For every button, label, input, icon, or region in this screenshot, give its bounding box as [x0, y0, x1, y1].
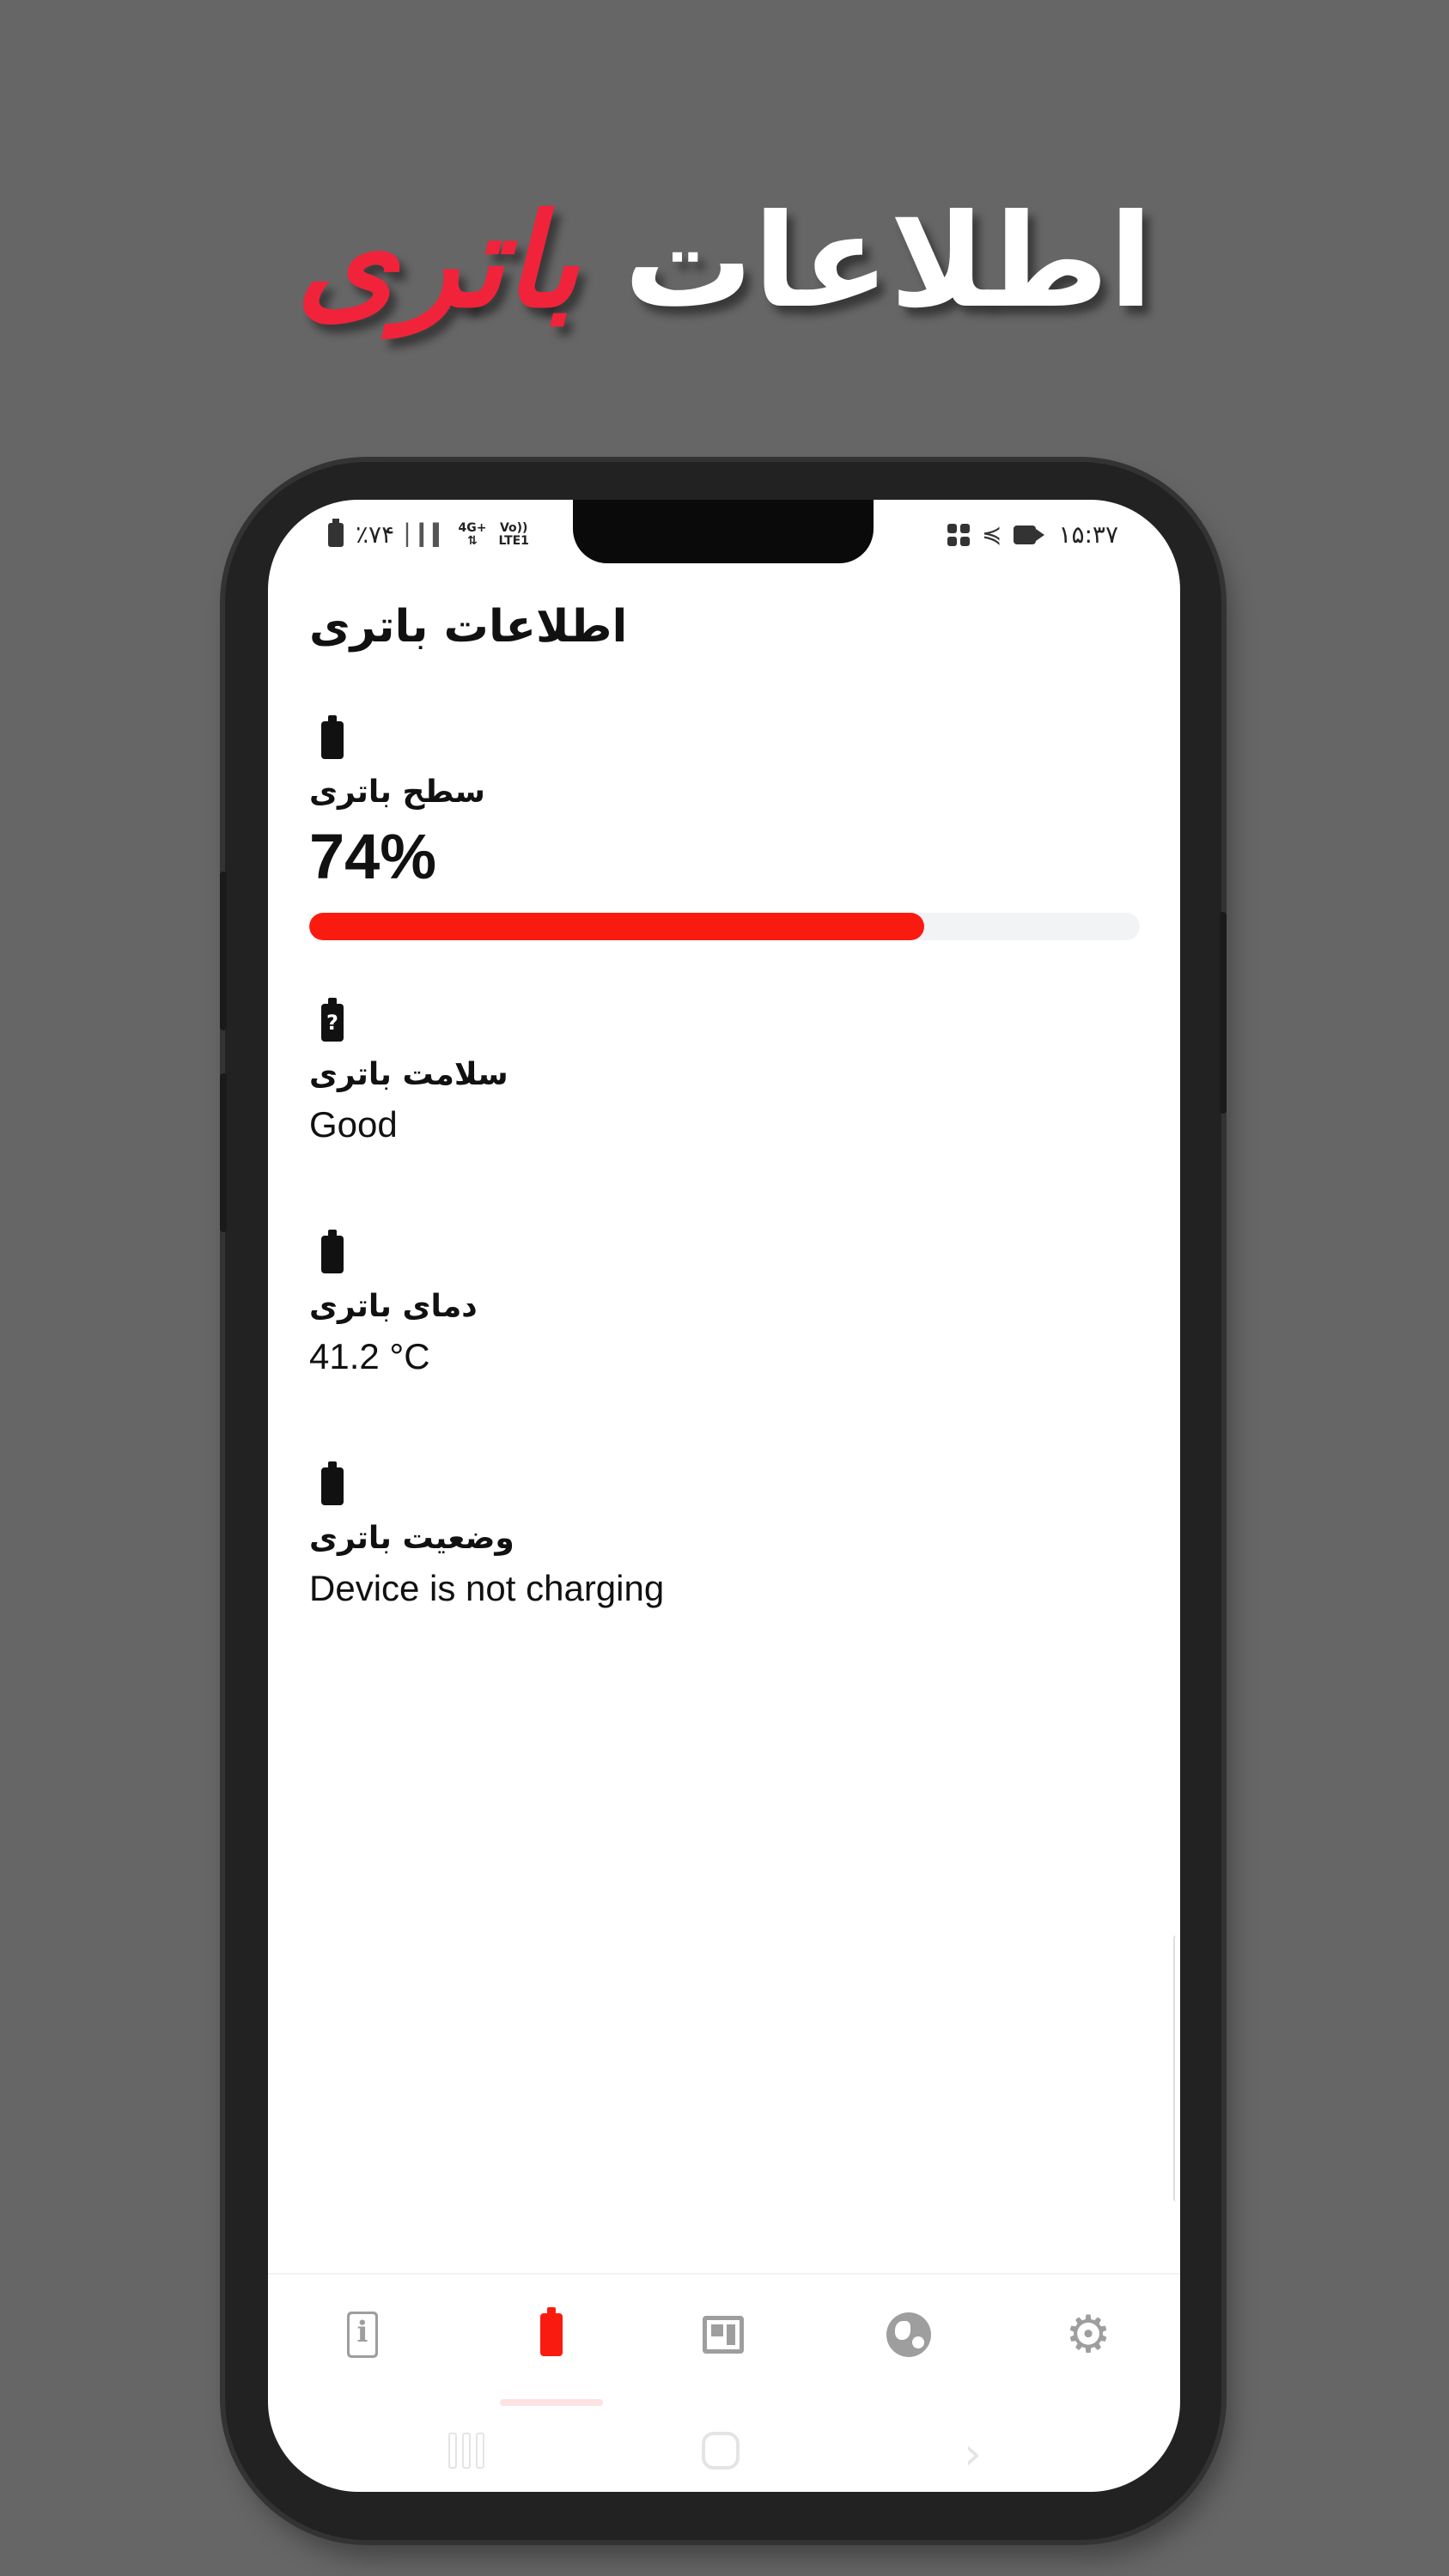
status-time: ۱۵:۳۷: [1058, 520, 1118, 549]
home-button[interactable]: [702, 2432, 740, 2470]
lte-label: LTE1: [498, 533, 529, 548]
recents-button[interactable]: [448, 2432, 490, 2476]
status-battery-percent: ٪۷۴: [356, 520, 395, 549]
gear-icon: ⚙: [1065, 2305, 1111, 2365]
battery-health-value: Good: [309, 1104, 398, 1145]
nav-tab-network[interactable]: [883, 2309, 935, 2360]
status-bar: ٪۷۴ ▏▎▍ 4G+ ⇅ Vo)) LTE1 ≼ ۱۵:۳۷: [268, 517, 1180, 560]
battery-level-value: 74%: [309, 821, 437, 892]
battery-icon: [540, 2307, 563, 2356]
battery-temperature-label: دمای باتری: [309, 1289, 478, 1324]
network-arrows-icon: ⇅: [467, 533, 478, 548]
battery-level-section: سطح باتری 74%: [309, 715, 1142, 940]
system-navigation: ›: [268, 2432, 1180, 2483]
battery-full-icon: [321, 1461, 344, 1505]
network-indicator: 4G+ ⇅: [458, 520, 487, 548]
battery-level-progress-fill: [309, 913, 924, 940]
promo-heading: اطلاعات باتری: [0, 197, 1449, 326]
battery-full-icon: [321, 1230, 344, 1273]
volume-up-button: [220, 872, 227, 1030]
battery-temperature-section: دمای باتری 41.2 °C: [309, 1230, 1142, 1377]
nav-tab-settings[interactable]: ⚙: [1062, 2309, 1114, 2360]
battery-level-label: سطح باتری: [309, 775, 485, 810]
phone-screen: ٪۷۴ ▏▎▍ 4G+ ⇅ Vo)) LTE1 ≼ ۱۵:۳۷ اطلاعات …: [268, 500, 1180, 2492]
page-title: اطلاعات باتری: [309, 601, 628, 653]
scroll-indicator[interactable]: [1173, 1935, 1180, 2202]
battery-unknown-icon: ?: [321, 998, 344, 1042]
status-battery-icon: [328, 518, 344, 547]
nav-tab-cpu[interactable]: [697, 2309, 749, 2360]
nav-tab-battery[interactable]: [526, 2307, 577, 2360]
battery-status-section: وضعیت باتری Device is not charging: [309, 1461, 1142, 1609]
battery-temperature-value: 41.2 °C: [309, 1336, 430, 1376]
back-button[interactable]: ›: [964, 2432, 982, 2476]
battery-status-value: Device is not charging: [309, 1568, 665, 1608]
battery-health-section: ? سلامت باتری Good: [309, 998, 1142, 1145]
apps-grid-icon: [947, 523, 970, 546]
nav-active-indicator: [500, 2399, 603, 2406]
volte-label: Vo)): [499, 520, 528, 535]
power-button: [1220, 912, 1227, 1114]
battery-status-label: وضعیت باتری: [309, 1521, 514, 1556]
info-icon: [347, 2312, 378, 2358]
battery-health-label: سلامت باتری: [309, 1057, 508, 1092]
bottom-navigation: ⚙: [268, 2273, 1180, 2406]
video-camera-icon: [1014, 525, 1045, 544]
volume-down-button: [220, 1073, 227, 1232]
globe-icon: [886, 2312, 931, 2357]
volte-indicator: Vo)) LTE1: [498, 520, 529, 548]
nav-tab-info[interactable]: [337, 2309, 388, 2360]
promo-word-info: اطلاعات: [624, 187, 1154, 337]
promo-word-battery: باتری: [295, 187, 579, 337]
battery-level-progress: [309, 913, 1140, 940]
signal-icon: ▏▎▍: [406, 522, 448, 547]
network-type: 4G+: [458, 520, 487, 535]
notification-bird-icon: ≼: [981, 520, 1002, 549]
cpu-icon: [703, 2316, 744, 2354]
battery-full-icon: [321, 715, 344, 759]
